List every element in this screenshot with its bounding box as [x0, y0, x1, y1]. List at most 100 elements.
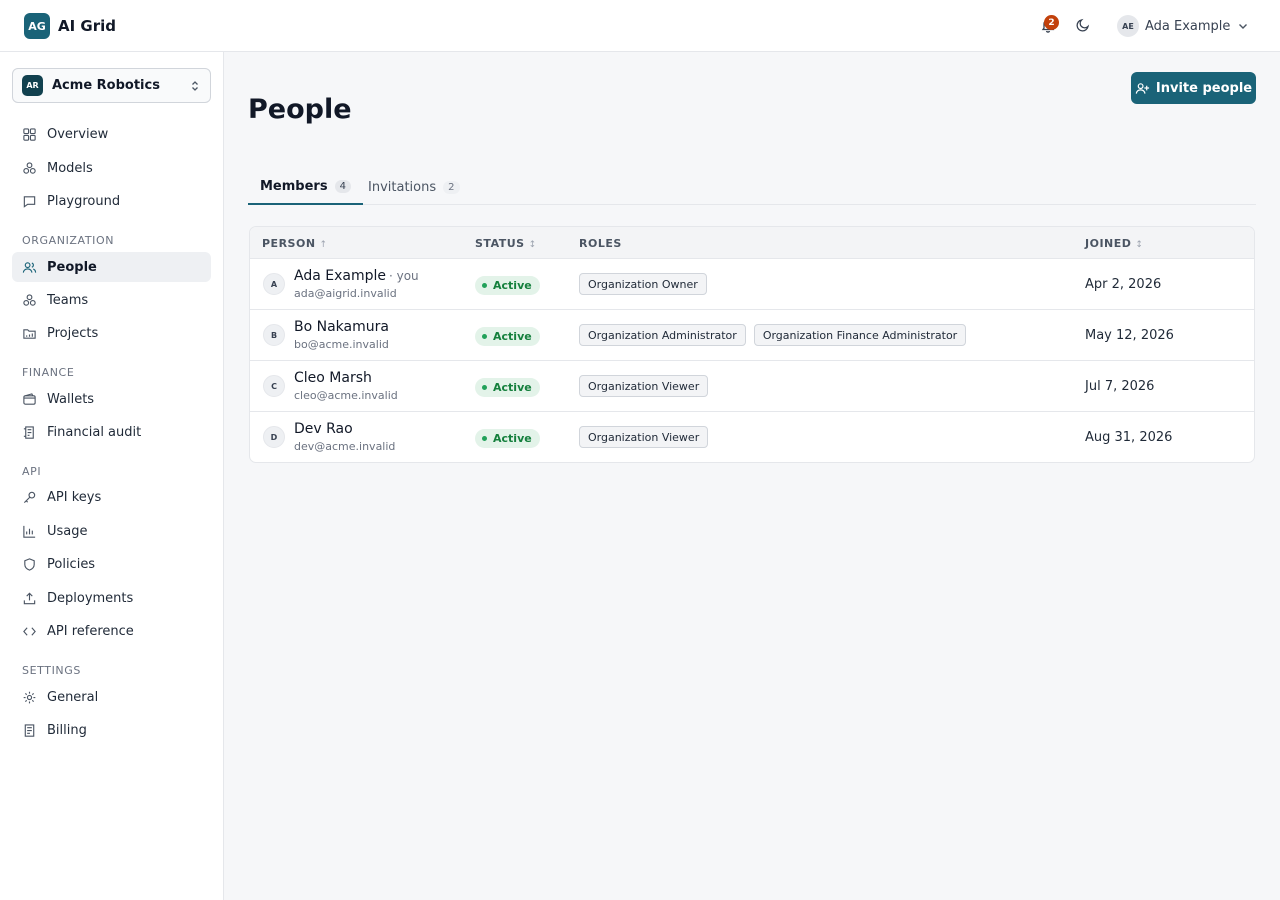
table-row[interactable]: B Bo Nakamura bo@acme.invalid Active Organiz…	[250, 310, 1254, 361]
avatar: C	[263, 375, 285, 397]
status-badge: Active	[475, 276, 540, 295]
top-bar: AG AI Grid 2 AE Ada Example	[0, 0, 1280, 52]
upload-icon	[23, 592, 36, 604]
role-badge: Organization Finance Administrator	[753, 324, 967, 346]
sidebar-item-overview[interactable]: Overview	[12, 119, 211, 149]
tab-members[interactable]: Members 4	[248, 170, 363, 205]
tab-count-badge: 4	[334, 180, 351, 193]
sidebar-item-usage[interactable]: Usage	[12, 516, 211, 546]
person-name: Ada Example · you	[294, 268, 419, 284]
role-badge: Organization Viewer	[579, 426, 709, 448]
role-badge: Organization Owner	[579, 273, 707, 295]
teams-icon	[23, 293, 36, 306]
section-label-organization: ORGANIZATION	[22, 234, 115, 247]
sidebar-item-label: General	[47, 689, 99, 705]
sidebar-item-label: API keys	[47, 489, 102, 505]
sidebar-item-label: Models	[47, 160, 93, 176]
user-name: Ada Example	[1145, 18, 1231, 34]
person-name: Bo Nakamura	[294, 319, 389, 335]
person-name-text: Cleo Marsh	[294, 370, 372, 386]
column-header-roles: ROLES	[579, 237, 622, 250]
sidebar-item-general[interactable]: General	[12, 682, 211, 712]
models-icon	[23, 161, 36, 174]
status-badge: Active	[475, 327, 540, 346]
user-menu[interactable]: AE Ada Example	[1117, 14, 1250, 38]
column-header-label: STATUS	[475, 237, 525, 250]
role-badge: Organization Administrator	[579, 324, 746, 346]
column-header-status[interactable]: STATUS ↕	[475, 237, 537, 250]
grid-icon	[23, 127, 36, 141]
sidebar-item-label: Wallets	[47, 391, 95, 407]
app-name[interactable]: AI Grid	[58, 17, 116, 35]
table-row[interactable]: A Ada Example · you ada@aigrid.invalid Activ…	[250, 259, 1254, 310]
table-row[interactable]: C Cleo Marsh cleo@acme.invalid Active Organi…	[250, 361, 1254, 412]
app-logo[interactable]: AG	[24, 13, 50, 39]
avatar: A	[263, 273, 285, 295]
sidebar-item-label: Projects	[47, 325, 99, 341]
sidebar-item-label: Deployments	[47, 590, 134, 606]
users-icon	[22, 261, 37, 273]
table-row[interactable]: D Dev Rao dev@acme.invalid Active Organizati…	[250, 412, 1254, 462]
tab-label: Invitations	[368, 179, 437, 195]
code-icon	[23, 626, 36, 636]
tab-count-badge: 2	[443, 180, 460, 194]
sidebar-item-label: People	[47, 259, 97, 275]
status-dot-icon	[482, 283, 487, 288]
notification-badge: 2	[1044, 15, 1059, 30]
sidebar-item-label: API reference	[47, 623, 134, 639]
chevron-down-icon	[1239, 24, 1248, 29]
sidebar-item-projects[interactable]: Projects	[12, 318, 211, 348]
shield-icon	[24, 557, 35, 571]
sidebar-item-playground[interactable]: Playground	[12, 186, 211, 216]
person-email: cleo@acme.invalid	[294, 389, 398, 402]
sidebar-item-wallets[interactable]: Wallets	[12, 384, 211, 414]
sidebar-item-api-reference[interactable]: API reference	[12, 616, 211, 646]
wallet-icon	[23, 392, 36, 405]
chat-icon	[23, 195, 36, 208]
status-label: Active	[493, 330, 532, 343]
tab-invitations[interactable]: Invitations 2	[356, 170, 472, 204]
sidebar-item-label: Billing	[47, 722, 87, 738]
section-label-api: API	[22, 465, 42, 478]
moon-icon[interactable]	[1075, 17, 1091, 33]
roles-list: Organization Owner	[579, 273, 707, 295]
status-badge: Active	[475, 429, 540, 448]
tab-label: Members	[260, 179, 328, 194]
sort-asc-icon: ↑	[319, 240, 328, 250]
status-dot-icon	[482, 385, 487, 390]
section-label-settings: SETTINGS	[22, 664, 81, 677]
sidebar-item-people[interactable]: People	[12, 252, 211, 282]
document-icon	[24, 723, 35, 737]
invite-people-label: Invite people	[1155, 80, 1253, 96]
sidebar-item-billing[interactable]: Billing	[12, 715, 211, 745]
sidebar-item-label: Playground	[47, 193, 121, 209]
status-dot-icon	[482, 334, 487, 339]
avatar: D	[263, 426, 285, 448]
column-header-label: JOINED	[1085, 237, 1132, 250]
column-header-label: PERSON	[262, 237, 316, 250]
tab-bar: Members 4 Invitations 2	[248, 170, 1256, 205]
column-header-person[interactable]: PERSON ↑	[262, 237, 328, 250]
sidebar-item-policies[interactable]: Policies	[12, 549, 211, 579]
person-name-text: Dev Rao	[294, 421, 353, 437]
sidebar-item-label: Teams	[47, 292, 89, 308]
sidebar: AR Acme Robotics Overview Models Playgro…	[0, 52, 224, 900]
invite-people-button[interactable]: Invite people	[1131, 72, 1256, 104]
sidebar-item-financial-audit[interactable]: Financial audit	[12, 417, 211, 447]
roles-list: Organization Viewer	[579, 375, 709, 397]
sidebar-item-deployments[interactable]: Deployments	[12, 583, 211, 613]
person-name-text: Bo Nakamura	[294, 319, 389, 335]
section-label-finance: FINANCE	[22, 366, 75, 379]
sidebar-item-api-keys[interactable]: API keys	[12, 482, 211, 512]
column-header-joined[interactable]: JOINED ↕	[1085, 237, 1143, 250]
gear-icon	[23, 691, 36, 703]
joined-date: Aug 31, 2026	[1085, 430, 1173, 445]
org-switcher[interactable]: AR Acme Robotics	[12, 68, 211, 103]
sidebar-item-teams[interactable]: Teams	[12, 285, 211, 315]
sidebar-item-models[interactable]: Models	[12, 153, 211, 183]
org-avatar: AR	[22, 75, 43, 96]
joined-date: Jul 7, 2026	[1085, 379, 1155, 394]
key-icon	[23, 491, 36, 503]
org-name: Acme Robotics	[52, 78, 160, 93]
role-badge: Organization Viewer	[579, 375, 709, 397]
